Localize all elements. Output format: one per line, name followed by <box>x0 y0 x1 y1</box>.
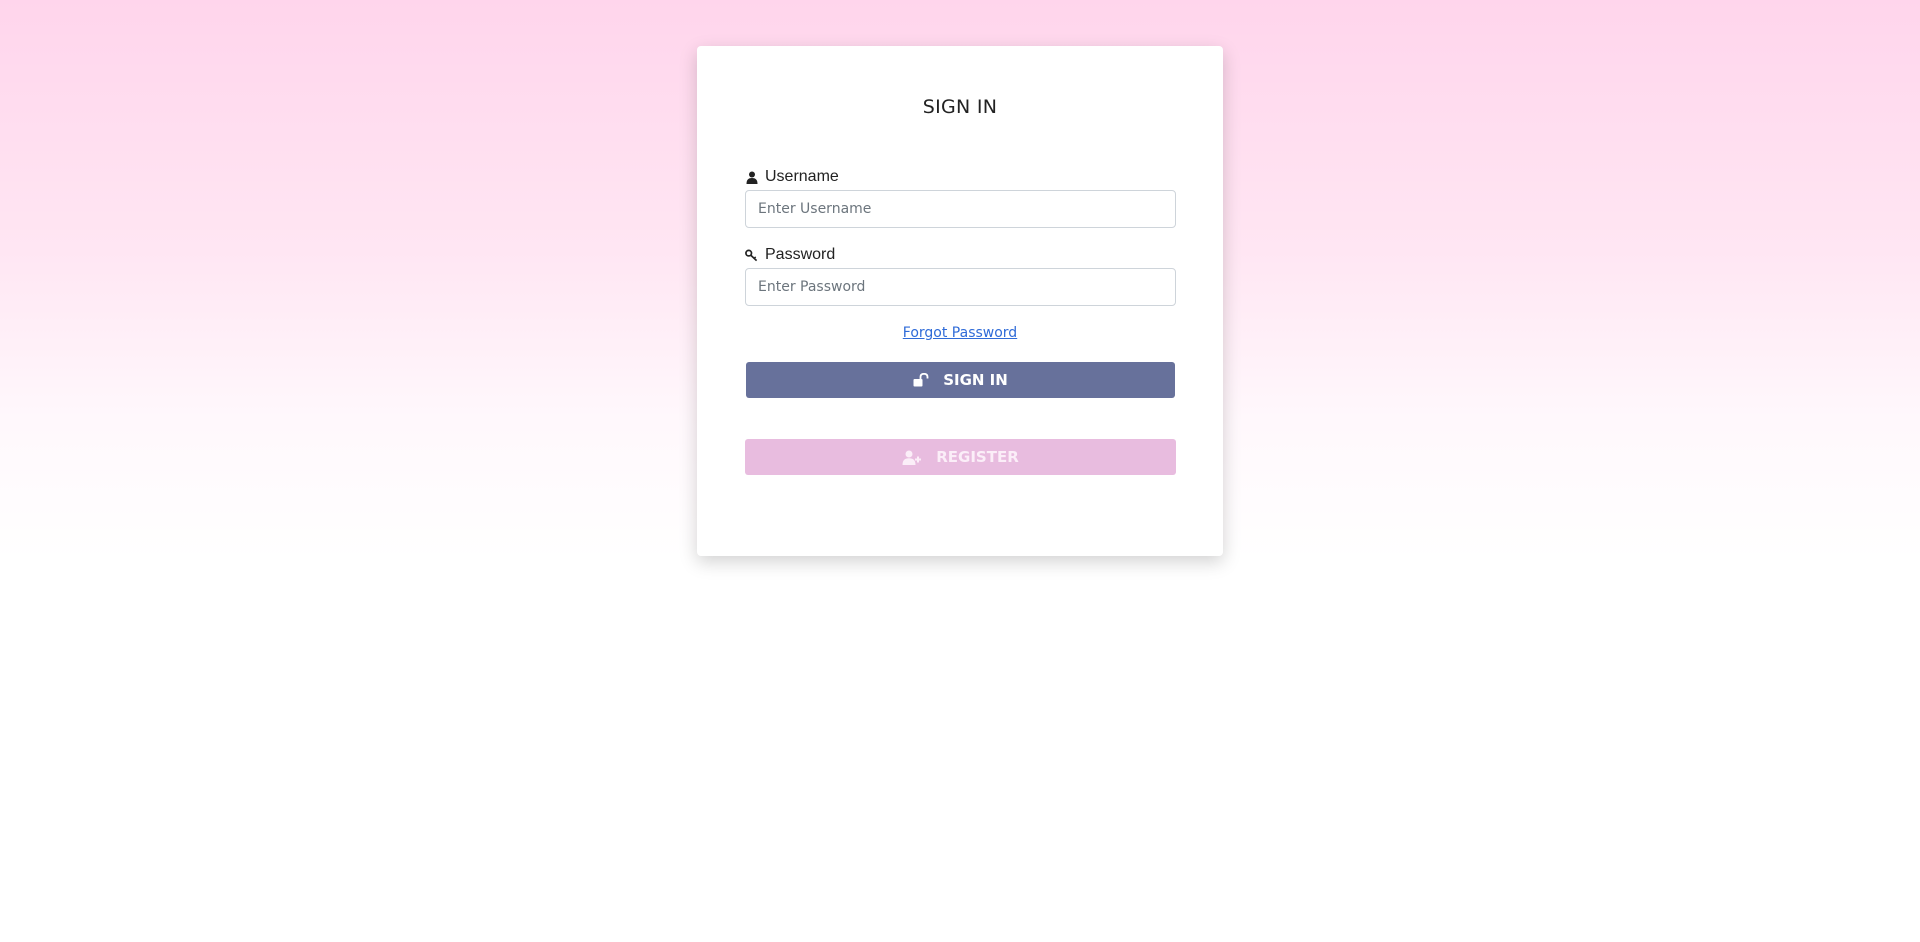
password-label-text: Password <box>765 246 836 263</box>
signin-card: SIGN IN Username Password Forgot Passwor… <box>697 46 1223 556</box>
register-button-label: REGISTER <box>936 448 1019 466</box>
signin-button[interactable]: SIGN IN <box>746 362 1175 398</box>
user-icon <box>745 170 758 184</box>
user-plus-icon <box>902 450 922 465</box>
page-title: SIGN IN <box>922 96 998 118</box>
password-label: Password <box>745 246 835 264</box>
signin-button-label: SIGN IN <box>943 371 1008 389</box>
password-input[interactable] <box>745 268 1176 306</box>
forgot-password-row: Forgot Password <box>697 325 1223 341</box>
username-label-text: Username <box>765 168 839 185</box>
username-label: Username <box>745 168 839 186</box>
register-button[interactable]: REGISTER <box>745 439 1176 475</box>
key-icon <box>745 248 758 262</box>
unlock-icon <box>913 373 929 387</box>
username-input[interactable] <box>745 190 1176 228</box>
forgot-password-link[interactable]: Forgot Password <box>903 325 1017 341</box>
